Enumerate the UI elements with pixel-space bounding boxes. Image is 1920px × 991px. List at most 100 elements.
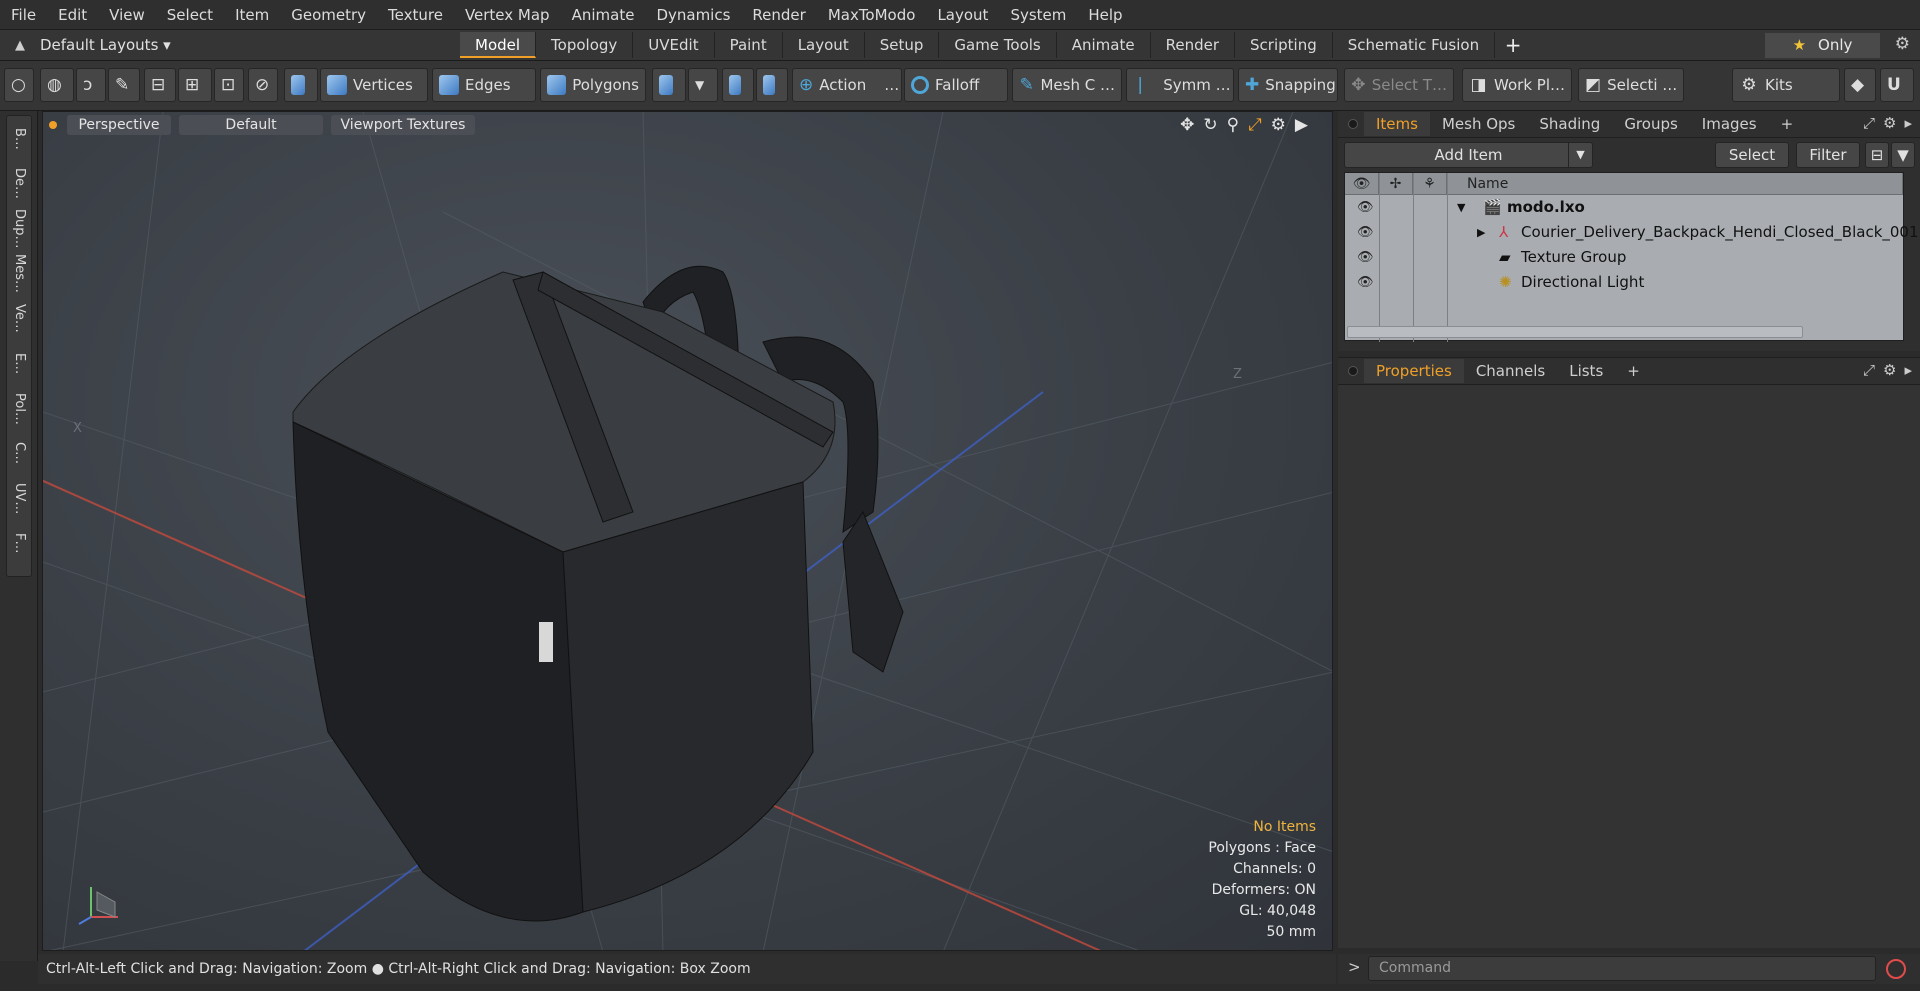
layout-tab-layout[interactable]: Layout (783, 32, 865, 58)
play-icon[interactable]: ▶ (1295, 115, 1308, 135)
visibility-eye-icon[interactable]: 👁 (1357, 270, 1374, 295)
visibility-column-icon[interactable]: 👁 (1345, 173, 1379, 195)
properties-panel-dot-icon[interactable] (1348, 366, 1358, 376)
layout-tab-setup[interactable]: Setup (865, 32, 940, 58)
frame-icon[interactable]: ⊡ (214, 68, 244, 102)
mesh-constraint-button[interactable]: ✎ Mesh C … (1012, 68, 1122, 102)
tab-channels[interactable]: Channels (1464, 359, 1557, 383)
type-column-icon[interactable]: ⚘ (1413, 173, 1447, 195)
layout-tab-animate[interactable]: Animate (1057, 32, 1151, 58)
left-tab-0[interactable]: B… (7, 116, 31, 161)
unity-icon[interactable]: ◆ (1844, 68, 1876, 102)
tab-mesh-ops[interactable]: Mesh Ops (1430, 112, 1527, 136)
tab-shading[interactable]: Shading (1527, 112, 1612, 136)
shading-default-button[interactable]: Default (179, 115, 323, 135)
panel-arrow-icon[interactable]: ▸ (1904, 114, 1912, 132)
menu-render[interactable]: Render (741, 0, 816, 30)
lasso-icon[interactable]: ↄ (76, 68, 106, 102)
tab-lists[interactable]: Lists (1557, 359, 1615, 383)
command-input[interactable]: Command (1368, 956, 1876, 981)
layout-tab-paint[interactable]: Paint (715, 32, 783, 58)
left-tab-8[interactable]: UV… (7, 476, 31, 521)
select-circle-icon[interactable]: ○ (4, 68, 34, 102)
tree-row-light[interactable]: 👁 ✺ Directional Light (1345, 270, 1903, 295)
left-tab-9[interactable]: F… (7, 521, 31, 566)
items-add-tab-button[interactable]: + (1769, 112, 1806, 136)
globe-icon[interactable]: ◍ (40, 68, 74, 102)
add-item-button[interactable]: Add Item ▼ (1344, 142, 1593, 168)
menu-view[interactable]: View (98, 0, 156, 30)
select-button[interactable]: Select (1715, 142, 1789, 168)
collapse-icon[interactable]: ⊟ (1865, 142, 1889, 168)
gear-icon[interactable]: ⚙ (1895, 34, 1910, 54)
menu-help[interactable]: Help (1077, 0, 1133, 30)
layout-tab-render[interactable]: Render (1151, 32, 1236, 58)
expand-panel-icon[interactable]: ⤢ (1863, 361, 1875, 379)
menu-layout[interactable]: Layout (926, 0, 999, 30)
maximize-icon[interactable]: ⤢ (1248, 115, 1262, 135)
tree-horizontal-scrollbar[interactable] (1347, 326, 1803, 338)
collapsed-arrow-icon[interactable]: ▶ (1477, 220, 1485, 245)
left-tab-7[interactable]: C… (7, 431, 31, 476)
menu-file[interactable]: File (0, 0, 47, 30)
record-circle-icon[interactable] (1886, 959, 1906, 979)
tab-properties[interactable]: Properties (1364, 359, 1464, 383)
item-mode-button[interactable] (284, 68, 318, 102)
selection-sets-button[interactable]: ◩ Selecti … (1578, 68, 1684, 102)
properties-add-tab-button[interactable]: + (1615, 359, 1652, 383)
edges-button[interactable]: Edges (432, 68, 536, 102)
left-tab-3[interactable]: Mes… (7, 251, 31, 296)
left-tab-4[interactable]: Ve… (7, 296, 31, 341)
menu-maxtomodo[interactable]: MaxToModo (817, 0, 927, 30)
default-layouts-dropdown[interactable]: Default Layouts ▾ (40, 36, 180, 54)
menu-animate[interactable]: Animate (561, 0, 646, 30)
circle-slash-icon[interactable]: ⊘ (248, 68, 278, 102)
falloff-button[interactable]: Falloff (904, 68, 1008, 102)
menu-dynamics[interactable]: Dynamics (645, 0, 741, 30)
tab-images[interactable]: Images (1690, 112, 1769, 136)
3d-viewport[interactable]: X Z Perspective Default Viewport Texture… (42, 111, 1333, 951)
tab-items[interactable]: Items (1364, 112, 1430, 136)
pivot-shield-button[interactable] (756, 68, 788, 102)
layout-tab-schematic-fusion[interactable]: Schematic Fusion (1333, 32, 1496, 58)
kits-button[interactable]: ⚙ Kits (1732, 68, 1840, 102)
menu-system[interactable]: System (999, 0, 1077, 30)
symmetry-button[interactable]: ❘ Symm … (1126, 68, 1234, 102)
left-tab-2[interactable]: Dup… (7, 206, 31, 251)
lock-column-icon[interactable]: ✢ (1379, 173, 1413, 195)
symmetry-shield-button[interactable] (722, 68, 754, 102)
layout-tab-game-tools[interactable]: Game Tools (939, 32, 1057, 58)
tree-row-texture-group[interactable]: 👁 ▰ Texture Group (1345, 245, 1903, 270)
menu-select[interactable]: Select (156, 0, 224, 30)
select-through-button[interactable]: ✥ Select T… (1344, 68, 1454, 102)
tree-row-mesh[interactable]: 👁 ▶ ⅄ Courier_Delivery_Backpack_Hendi_Cl… (1345, 220, 1919, 245)
material-mode-button[interactable] (652, 68, 686, 102)
add-layout-tab-button[interactable]: + (1495, 33, 1531, 57)
tab-groups[interactable]: Groups (1612, 112, 1689, 136)
expand-panel-icon[interactable]: ⤢ (1863, 114, 1875, 132)
filter-button[interactable]: Filter (1796, 142, 1860, 168)
viewport-gear-icon[interactable]: ⚙ (1271, 115, 1286, 135)
visibility-eye-icon[interactable]: 👁 (1357, 195, 1374, 220)
only-button[interactable]: ★ Only (1765, 33, 1880, 58)
layout-tab-model[interactable]: Model (460, 32, 537, 58)
grid-icon[interactable]: ⊞ (178, 68, 212, 102)
menu-item[interactable]: Item (224, 0, 280, 30)
visibility-eye-icon[interactable]: 👁 (1357, 245, 1374, 270)
viewport-textures-button[interactable]: Viewport Textures (331, 115, 475, 135)
left-tab-1[interactable]: De… (7, 161, 31, 206)
perspective-button[interactable]: Perspective (67, 115, 171, 135)
name-column-header[interactable]: Name (1447, 173, 1903, 195)
unreal-icon[interactable]: U (1880, 68, 1914, 102)
left-tab-5[interactable]: E… (7, 341, 31, 386)
action-center-button[interactable]: ⊕ Action… (792, 68, 902, 102)
menu-texture[interactable]: Texture (377, 0, 454, 30)
menu-vertex-map[interactable]: Vertex Map (454, 0, 561, 30)
items-panel-dot-icon[interactable] (1348, 119, 1358, 129)
layout-up-icon[interactable]: ▲ (0, 38, 40, 53)
vertices-button[interactable]: Vertices (320, 68, 428, 102)
visibility-eye-icon[interactable]: 👁 (1357, 220, 1374, 245)
tree-row-scene[interactable]: 👁 ▼ 🎬 modo.lxo (1345, 195, 1903, 220)
panel-gear-icon[interactable]: ⚙ (1883, 114, 1896, 132)
viewport-options-dot[interactable] (49, 121, 57, 129)
